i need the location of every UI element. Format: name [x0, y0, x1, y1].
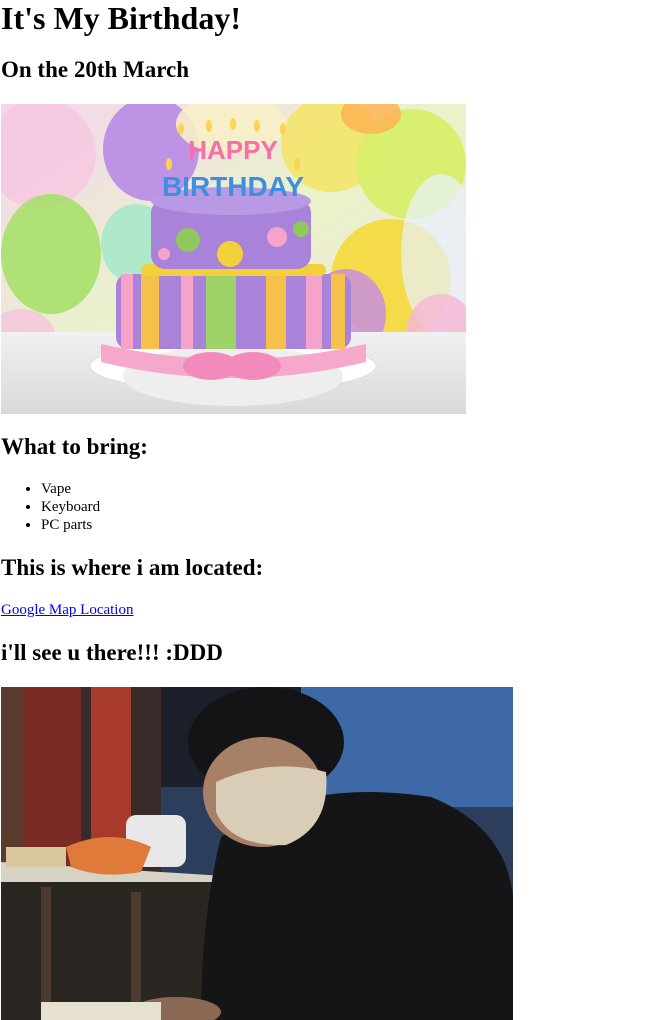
- list-item: Keyboard: [41, 498, 100, 516]
- bring-heading: What to bring:: [1, 434, 148, 459]
- event-date: On the 20th March: [1, 57, 190, 82]
- google-map-link[interactable]: Google Map Location: [1, 601, 133, 619]
- list-item: Vape: [41, 480, 100, 498]
- birthday-cake-image: HAPPY BIRTHDAY: [1, 104, 466, 414]
- bring-list: Vape Keyboard PC parts: [1, 480, 100, 534]
- svg-text:BIRTHDAY: BIRTHDAY: [162, 171, 304, 202]
- see-you-heading: i'll see u there!!! :DDD: [1, 640, 223, 665]
- location-heading: This is where i am located:: [1, 555, 264, 580]
- person-photo: [1, 687, 513, 1020]
- page-title: It's My Birthday!: [1, 0, 241, 36]
- list-item: PC parts: [41, 516, 100, 534]
- cake-topper-text: HAPPY: [188, 135, 278, 165]
